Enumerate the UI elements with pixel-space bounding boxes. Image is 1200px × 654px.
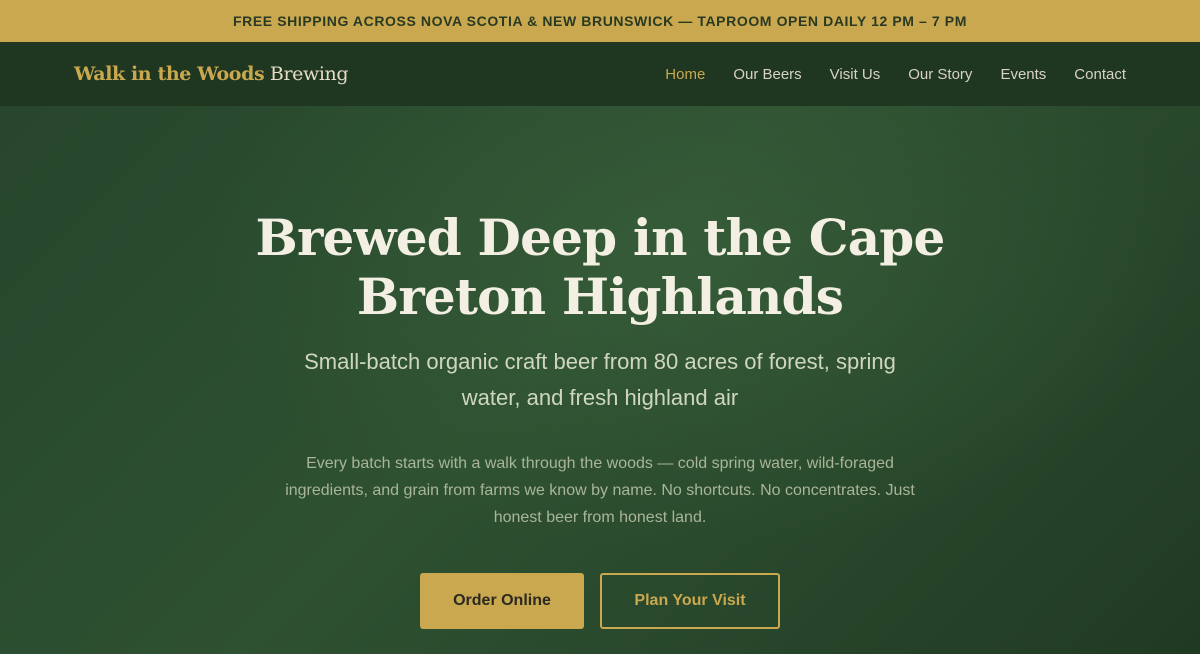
top-nav: Walk in the Woods Brewing Home Our Beers…	[0, 42, 1200, 106]
brand-logo[interactable]: Walk in the Woods Brewing	[74, 63, 349, 85]
order-online-button[interactable]: Order Online	[420, 573, 584, 629]
logo-secondary-text: Brewing	[264, 63, 349, 85]
nav-links: Home Our Beers Visit Us Our Story Events…	[665, 66, 1126, 83]
nav-link-events[interactable]: Events	[1000, 66, 1046, 83]
hero-section: Brewed Deep in the Cape Breton Highlands…	[0, 106, 1200, 654]
nav-link-contact[interactable]: Contact	[1074, 66, 1126, 83]
nav-link-our-beers[interactable]: Our Beers	[733, 66, 801, 83]
hero-title: Brewed Deep in the Cape Breton Highlands	[255, 208, 946, 326]
hero-body-text: Every batch starts with a walk through t…	[285, 455, 915, 526]
nav-link-our-story[interactable]: Our Story	[908, 66, 972, 83]
nav-link-visit-us[interactable]: Visit Us	[830, 66, 881, 83]
logo-primary-text: Walk in the Woods	[74, 63, 265, 85]
announcement-text: FREE SHIPPING ACROSS NOVA SCOTIA & NEW B…	[233, 13, 967, 29]
cta-row: Order Online Plan Your Visit	[420, 573, 780, 629]
announcement-bar: FREE SHIPPING ACROSS NOVA SCOTIA & NEW B…	[0, 0, 1200, 42]
plan-visit-button[interactable]: Plan Your Visit	[600, 573, 780, 629]
hero-subtitle: Small-batch organic craft beer from 80 a…	[304, 349, 896, 410]
nav-link-home[interactable]: Home	[665, 66, 705, 83]
